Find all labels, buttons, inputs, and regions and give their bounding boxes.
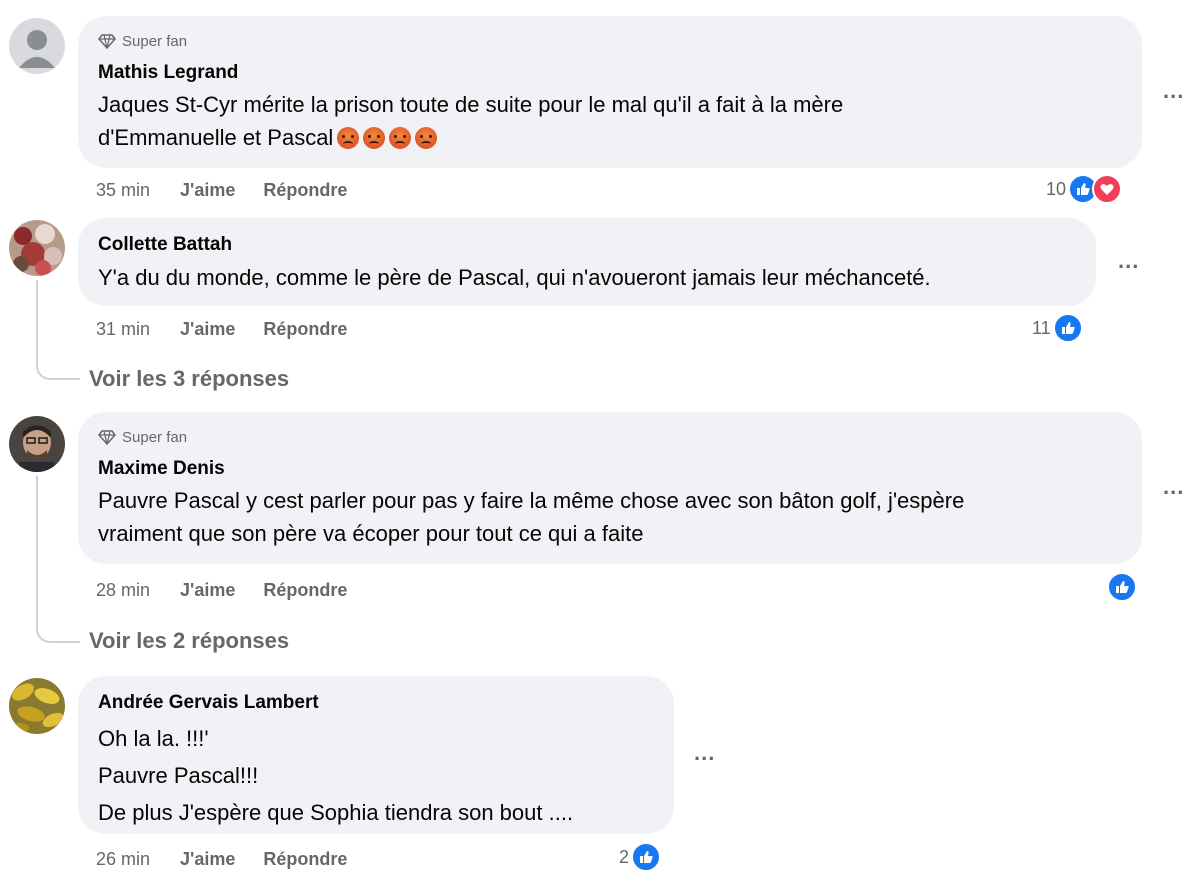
- super-fan-badge: Super fan: [98, 428, 187, 446]
- avatar-andree[interactable]: [9, 678, 65, 734]
- comment-timestamp[interactable]: 26 min: [96, 849, 150, 870]
- comments-section: Super fan Mathis Legrand Jaques St-Cyr m…: [0, 0, 1200, 875]
- more-options-button[interactable]: ...: [1163, 78, 1184, 104]
- thread-connector: [36, 476, 80, 643]
- avatar-collette[interactable]: [9, 220, 65, 276]
- like-button[interactable]: J'aime: [180, 580, 235, 601]
- comment-text-fragment: d'Emmanuelle et Pascal: [98, 125, 334, 150]
- reaction-summary[interactable]: 2: [619, 842, 662, 872]
- comment-text-line: d'Emmanuelle et Pascal: [98, 121, 843, 154]
- more-options-button[interactable]: ...: [1163, 474, 1184, 500]
- comment-text-line: Y'a du du monde, comme le père de Pascal…: [98, 265, 931, 290]
- angry-face-icon: [415, 127, 438, 149]
- comment-timestamp[interactable]: 28 min: [96, 580, 150, 601]
- comment-text-line: Pauvre Pascal y cest parler pour pas y f…: [98, 488, 965, 513]
- like-reaction-icon: [1052, 313, 1083, 343]
- avatar-maxime[interactable]: [9, 416, 65, 472]
- comment-actions: 26 min J'aime Répondre: [96, 849, 347, 870]
- comment-actions: 31 min J'aime Répondre: [96, 319, 347, 340]
- comment-bubble: Collette Battah Y'a du du monde, comme l…: [78, 218, 1096, 306]
- view-replies-link[interactable]: Voir les 2 réponses: [89, 628, 289, 654]
- reaction-summary[interactable]: 10: [1046, 174, 1123, 204]
- love-reaction-icon: [1092, 174, 1123, 204]
- comment-text: Jaques St-Cyr mérite la prison toute de …: [98, 88, 843, 154]
- comment-text: Pauvre Pascal y cest parler pour pas y f…: [98, 484, 964, 550]
- comment-text: Y'a du du monde, comme le père de Pascal…: [98, 261, 931, 294]
- comment-author[interactable]: Andrée Gervais Lambert: [98, 692, 319, 714]
- comment-text-line: vraiment que son père va écoper pour tou…: [98, 521, 644, 546]
- comment-bubble: Andrée Gervais Lambert Oh la la. !!!' Pa…: [78, 676, 674, 834]
- reaction-count: 2: [619, 846, 630, 867]
- comment-timestamp[interactable]: 31 min: [96, 319, 150, 340]
- thread-connector: [36, 280, 80, 380]
- avatar-default[interactable]: [9, 18, 65, 74]
- reaction-summary[interactable]: [1107, 572, 1137, 602]
- comment-actions: 28 min J'aime Répondre: [96, 580, 347, 601]
- reply-button[interactable]: Répondre: [263, 319, 347, 340]
- comment-actions: 35 min J'aime Répondre: [96, 180, 347, 201]
- comment-text-line: De plus J'espère que Sophia tiendra son …: [98, 800, 574, 825]
- view-replies-link[interactable]: Voir les 3 réponses: [89, 366, 289, 392]
- comment-text-line: Pauvre Pascal!!!: [98, 763, 259, 788]
- like-reaction-icon: [631, 842, 662, 872]
- reaction-count: 11: [1032, 317, 1051, 338]
- like-button[interactable]: J'aime: [180, 319, 235, 340]
- reaction-count: 10: [1046, 178, 1067, 199]
- comment-author[interactable]: Maxime Denis: [98, 458, 225, 480]
- diamond-icon: [98, 430, 116, 446]
- diamond-icon: [98, 34, 116, 50]
- comment-author[interactable]: Collette Battah: [98, 234, 232, 256]
- super-fan-badge: Super fan: [98, 32, 187, 50]
- like-button[interactable]: J'aime: [180, 849, 235, 870]
- like-button[interactable]: J'aime: [180, 180, 235, 201]
- reply-button[interactable]: Répondre: [263, 580, 347, 601]
- comment-text-line: Jaques St-Cyr mérite la prison toute de …: [98, 92, 844, 117]
- comment-timestamp[interactable]: 35 min: [96, 180, 150, 201]
- badge-label: Super fan: [122, 32, 188, 50]
- comment-bubble: Super fan Maxime Denis Pauvre Pascal y c…: [78, 412, 1142, 564]
- like-reaction-icon: [1107, 572, 1137, 602]
- angry-face-icon: [363, 127, 386, 149]
- comment-text: Oh la la. !!!' Pauvre Pascal!!! De plus …: [98, 720, 573, 831]
- comment-author[interactable]: Mathis Legrand: [98, 62, 238, 84]
- more-options-button[interactable]: ...: [1118, 248, 1139, 274]
- more-options-button[interactable]: ...: [694, 740, 715, 766]
- reply-button[interactable]: Répondre: [263, 180, 347, 201]
- reply-button[interactable]: Répondre: [263, 849, 347, 870]
- angry-face-icon: [337, 127, 360, 149]
- comment-text-line: Oh la la. !!!': [98, 726, 209, 751]
- reaction-summary[interactable]: 11: [1032, 313, 1083, 343]
- angry-face-icon: [389, 127, 412, 149]
- comment-bubble: Super fan Mathis Legrand Jaques St-Cyr m…: [78, 16, 1142, 168]
- badge-label: Super fan: [122, 428, 188, 446]
